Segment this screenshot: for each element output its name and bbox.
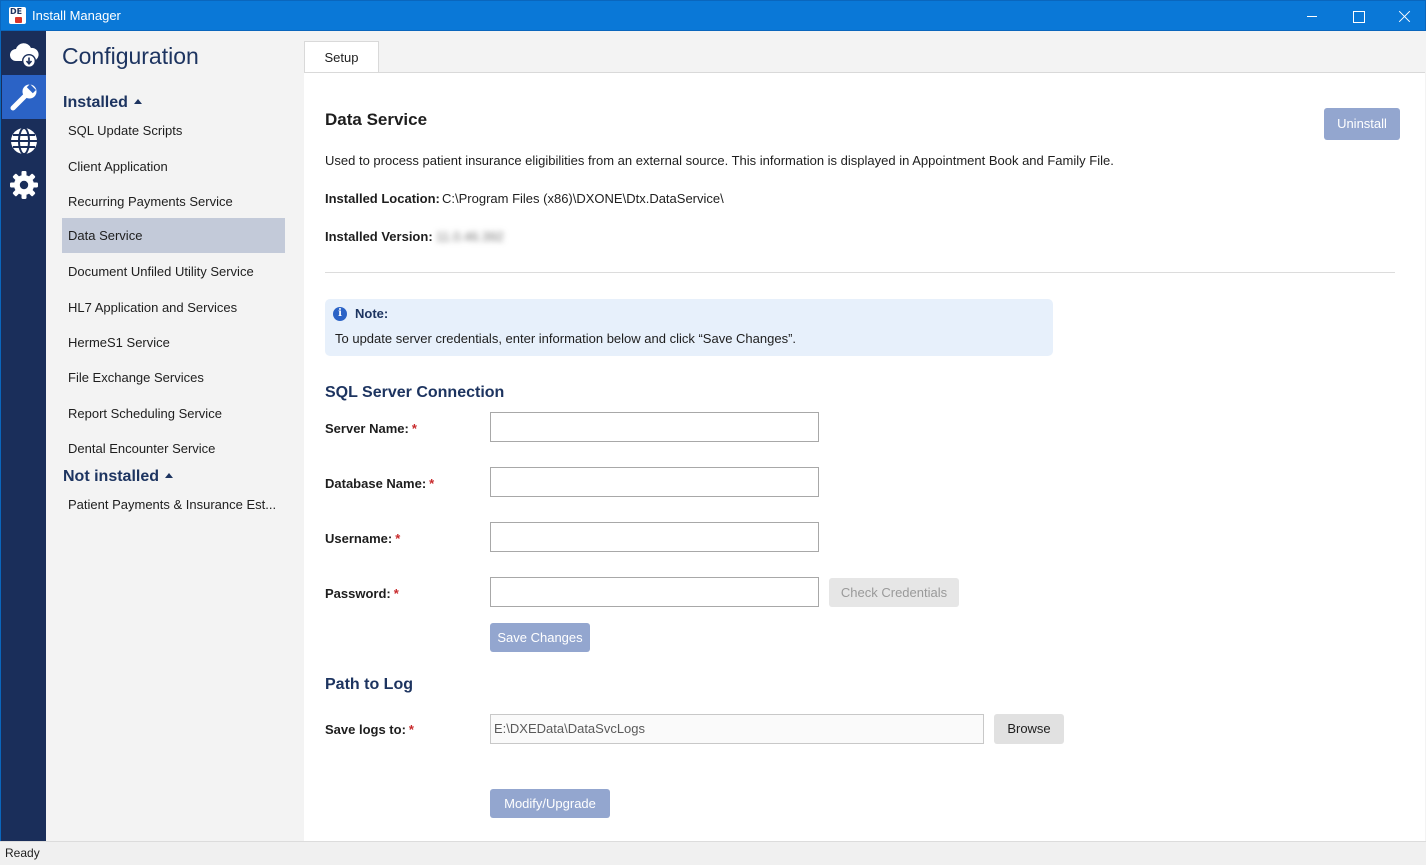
- section-divider: [325, 272, 1395, 273]
- log-path-input[interactable]: E:\DXEData\DataSvcLogs: [490, 714, 984, 744]
- caret-up-icon: [133, 99, 142, 104]
- password-input[interactable]: [490, 577, 819, 607]
- nav-title: Configuration: [62, 43, 199, 69]
- nav-item-document-unfiled-utility-service[interactable]: Document Unfiled Utility Service: [62, 254, 285, 289]
- installed-group-label: Installed: [63, 94, 128, 111]
- installed-location-value: C:\Program Files (x86)\DXONE\Dtx.DataSer…: [442, 191, 724, 206]
- save-changes-button[interactable]: Save Changes: [490, 623, 590, 652]
- browse-button[interactable]: Browse: [994, 714, 1064, 744]
- sql-server-connection-heading: SQL Server Connection: [325, 384, 505, 401]
- password-label: Password: *: [325, 586, 399, 601]
- service-title: Data Service: [325, 110, 428, 129]
- setup-panel: Data Service Uninstall Used to process p…: [304, 72, 1425, 841]
- window-title: Install Manager: [32, 8, 121, 23]
- content-area: Setup Data Service Uninstall Used to pro…: [304, 31, 1426, 841]
- app-logo-icon: DE: [9, 7, 26, 24]
- nav-item-report-scheduling-service[interactable]: Report Scheduling Service: [62, 396, 285, 431]
- nav-item-patient-payments[interactable]: Patient Payments & Insurance Est...: [62, 487, 285, 522]
- username-label: Username: *: [325, 531, 401, 546]
- title-bar: DE Install Manager: [0, 0, 1426, 31]
- username-input[interactable]: [490, 522, 819, 552]
- modify-upgrade-button[interactable]: Modify/Upgrade: [490, 789, 610, 818]
- nav-item-hermes1-service[interactable]: HermeS1 Service: [62, 325, 285, 360]
- rail-item-configuration[interactable]: [2, 75, 46, 119]
- service-description: Used to process patient insurance eligib…: [325, 153, 1114, 168]
- close-button[interactable]: [1381, 1, 1426, 31]
- status-bar: Ready: [0, 841, 1426, 865]
- nav-item-recurring-payments-service[interactable]: Recurring Payments Service: [62, 184, 285, 219]
- nav-item-file-exchange-services[interactable]: File Exchange Services: [62, 360, 285, 395]
- nav-item-data-service[interactable]: Data Service: [62, 218, 285, 253]
- minimize-button[interactable]: [1289, 1, 1335, 31]
- not-installed-group-header[interactable]: Not installed: [63, 468, 174, 486]
- note-box: i Note: To update server credentials, en…: [325, 299, 1053, 356]
- rail-item-web[interactable]: [2, 119, 46, 163]
- server-name-input[interactable]: [490, 412, 819, 442]
- note-text: To update server credentials, enter info…: [335, 331, 797, 346]
- uninstall-button[interactable]: Uninstall: [1324, 108, 1400, 140]
- path-to-log-heading: Path to Log: [325, 676, 413, 693]
- info-icon: i: [333, 307, 347, 321]
- rail-item-settings[interactable]: [2, 163, 46, 207]
- configuration-nav: Configuration Installed SQL Update Scrip…: [46, 31, 304, 841]
- caret-up-icon: [165, 473, 174, 478]
- nav-item-dental-encounter-service[interactable]: Dental Encounter Service: [62, 431, 285, 466]
- database-name-label: Database Name: *: [325, 476, 435, 491]
- globe-icon: [11, 127, 37, 155]
- note-title: Note:: [355, 306, 389, 321]
- installed-version-value: 11.0.46.392: [436, 229, 504, 244]
- check-credentials-button[interactable]: Check Credentials: [829, 578, 959, 607]
- nav-item-client-application[interactable]: Client Application: [62, 149, 285, 184]
- cloud-download-icon: [10, 43, 39, 68]
- installed-version-label: Installed Version:: [325, 229, 433, 244]
- installed-group-header[interactable]: Installed: [63, 94, 142, 112]
- database-name-input[interactable]: [490, 467, 819, 497]
- maximize-button[interactable]: [1335, 1, 1381, 31]
- not-installed-group-label: Not installed: [63, 468, 160, 485]
- gear-icon: [10, 171, 38, 199]
- tab-setup[interactable]: Setup: [304, 41, 379, 73]
- wrench-icon: [10, 84, 37, 111]
- nav-item-hl7-application-and-services[interactable]: HL7 Application and Services: [62, 290, 285, 325]
- nav-item-sql-update-scripts[interactable]: SQL Update Scripts: [62, 113, 285, 148]
- rail-item-install[interactable]: [2, 33, 46, 77]
- icon-rail: [0, 31, 46, 841]
- save-logs-label: Save logs to: *: [325, 722, 414, 737]
- server-name-label: Server Name: *: [325, 421, 417, 436]
- installed-location-label: Installed Location:: [325, 191, 440, 206]
